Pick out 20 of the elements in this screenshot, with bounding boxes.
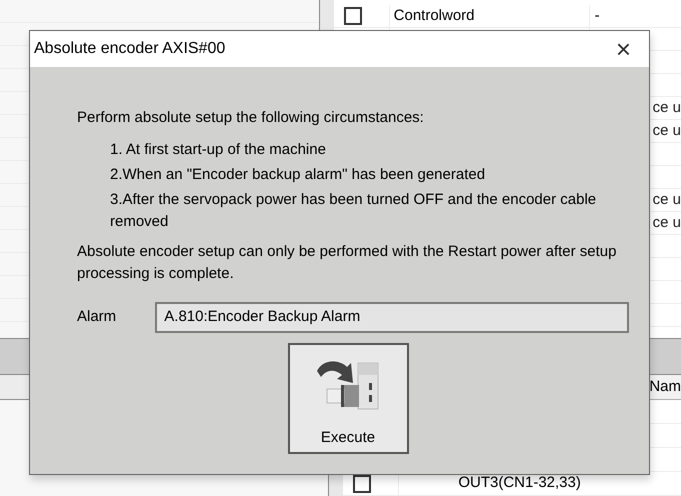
close-button[interactable]: × xyxy=(610,36,637,62)
note-text: Absolute encoder setup can only be performed with the Restart power after setup processing is complete. xyxy=(77,242,618,284)
table-cell-text: ce u xyxy=(652,120,681,141)
table-cell-text: OUT3(CN1-32,33) xyxy=(458,473,581,494)
table-cell-text: - xyxy=(594,6,600,26)
checkbox[interactable] xyxy=(353,474,372,492)
execute-button[interactable]: Execute xyxy=(288,342,408,454)
alarm-label: Alarm xyxy=(77,306,118,327)
intro-text: Perform absolute setup the following circumstances: xyxy=(77,108,425,128)
column-header: Nam xyxy=(649,376,681,397)
checkbox[interactable] xyxy=(344,7,362,25)
alarm-field[interactable]: A.810:Encoder Backup Alarm xyxy=(155,302,629,332)
window-title: Absolute encoder AXIS#00 xyxy=(34,39,226,59)
table-cell-text: ce u xyxy=(652,212,681,233)
table-cell-text: ce u xyxy=(652,98,681,118)
table-cell-text: ce u xyxy=(652,190,681,210)
table-cell-text: Controlword xyxy=(394,6,475,26)
list-item: 2.When an "Encoder backup alarm" has been generated xyxy=(110,164,486,184)
list-item: 1. At first start-up of the machine xyxy=(110,140,327,160)
list-item: 3.After the servopack power has been turned OFF and the encoder cable removed xyxy=(110,190,598,232)
